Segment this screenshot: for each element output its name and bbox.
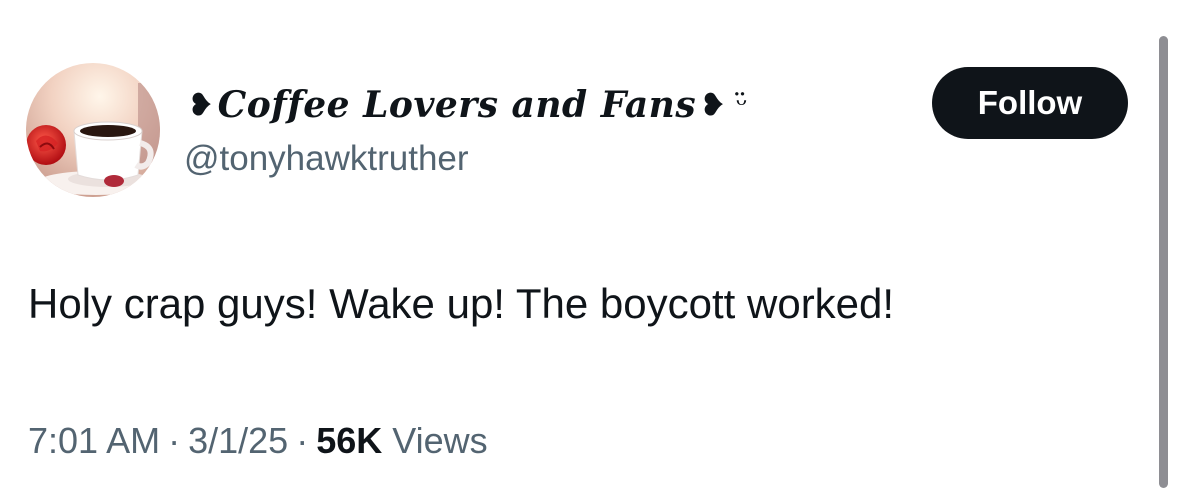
tweet-time[interactable]: 7:01 AM — [28, 420, 160, 461]
tweet-date[interactable]: 3/1/25 — [188, 420, 288, 461]
heart-bullet-icon: ❥ — [188, 87, 214, 123]
tweet-metadata: 7:01 AM · 3/1/25 · 56K Views — [28, 420, 488, 462]
avatar[interactable] — [26, 63, 160, 197]
scrollbar[interactable] — [1159, 36, 1168, 488]
views-count: 56K — [316, 420, 383, 461]
user-handle[interactable]: @tonyhawktruther — [184, 139, 469, 179]
smile-emoji-icon: ᵕ̈ — [735, 87, 748, 123]
separator-dot: · — [168, 420, 181, 461]
heart-bullet-icon: ❥ — [700, 87, 726, 123]
tweet-text: Holy crap guys! Wake up! The boycott wor… — [28, 280, 895, 327]
coffee-cup-avatar-icon — [26, 63, 160, 197]
follow-button[interactable]: Follow — [932, 67, 1128, 139]
display-name[interactable]: ❥ Coffee Lovers and Fans ❥ ᵕ̈ — [184, 80, 748, 130]
display-name-text: Coffee Lovers and Fans — [217, 84, 697, 126]
separator-dot: · — [296, 420, 309, 461]
views-label: Views — [392, 420, 488, 461]
